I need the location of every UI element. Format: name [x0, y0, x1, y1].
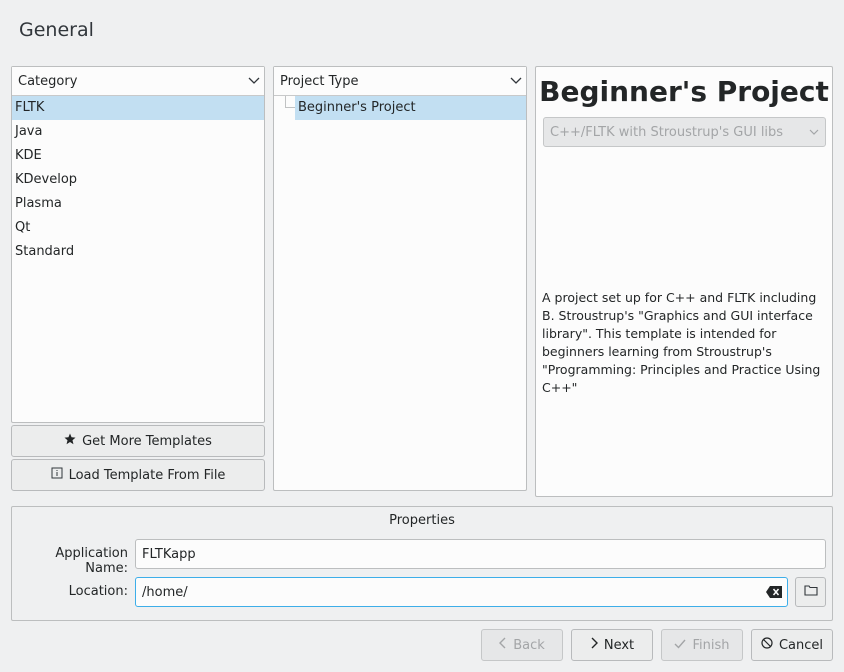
properties-title: Properties — [389, 513, 455, 528]
template-title: Beginner's Project — [539, 75, 829, 108]
template-variant-combo[interactable]: C++/FLTK with Stroustrup's GUI libs — [543, 117, 826, 147]
browse-folder-button[interactable] — [795, 577, 826, 607]
checkmark-icon — [674, 638, 687, 653]
get-more-templates-label: Get More Templates — [82, 433, 212, 449]
file-info-icon — [51, 467, 63, 483]
location-value: /home/ — [142, 584, 188, 600]
load-template-button[interactable]: Load Template From File — [11, 459, 265, 491]
template-description-text: A project set up for C++ and FLTK includ… — [542, 290, 821, 395]
get-more-templates-button[interactable]: Get More Templates — [11, 425, 265, 457]
project-type-item-beginners-project[interactable]: Beginner's Project — [295, 96, 526, 120]
category-header-label: Category — [18, 73, 78, 89]
chevron-down-icon — [506, 67, 526, 96]
category-item-standard[interactable]: Standard — [12, 240, 264, 264]
project-type-header[interactable]: Project Type — [274, 67, 526, 96]
chevron-down-icon — [244, 67, 264, 96]
location-label: Location: — [68, 584, 128, 599]
chevron-down-icon — [803, 129, 825, 135]
cancel-icon — [761, 637, 773, 653]
category-header[interactable]: Category — [12, 67, 264, 96]
properties-group: Properties Application Name: FLTKapp Loc… — [11, 506, 833, 621]
category-item-kdevelop[interactable]: KDevelop — [12, 168, 264, 192]
back-button[interactable]: Back — [481, 629, 563, 661]
template-variant-label: C++/FLTK with Stroustrup's GUI libs — [550, 124, 784, 140]
cancel-label: Cancel — [778, 637, 824, 653]
page-title: General — [19, 19, 94, 41]
location-input[interactable]: /home/ — [135, 577, 788, 607]
project-type-header-label: Project Type — [280, 73, 359, 89]
category-item-plasma[interactable]: Plasma — [12, 192, 264, 216]
category-list[interactable]: Category FLTK Java KDE KDevelop Plasma Q… — [11, 66, 265, 423]
star-icon — [64, 433, 76, 449]
back-label: Back — [513, 637, 545, 653]
next-label: Next — [603, 637, 635, 653]
application-name-input[interactable]: FLTKapp — [135, 539, 826, 569]
category-item-kde[interactable]: KDE — [12, 144, 264, 168]
redacted-path — [190, 584, 262, 600]
cancel-button[interactable]: Cancel — [751, 629, 833, 661]
folder-icon — [803, 584, 818, 600]
application-name-value: FLTKapp — [142, 546, 196, 562]
chevron-left-icon — [499, 637, 507, 653]
chevron-right-icon — [590, 637, 598, 653]
finish-label: Finish — [692, 637, 730, 653]
project-type-tree[interactable]: Project Type Beginner's Project — [273, 66, 527, 491]
next-button[interactable]: Next — [571, 629, 653, 661]
template-description-panel: Beginner's Project C++/FLTK with Stroust… — [535, 66, 833, 497]
load-template-label: Load Template From File — [68, 467, 226, 483]
category-item-java[interactable]: Java — [12, 120, 264, 144]
category-item-qt[interactable]: Qt — [12, 216, 264, 240]
category-item-fltk[interactable]: FLTK — [12, 96, 264, 120]
clear-icon[interactable] — [765, 584, 783, 600]
tree-branch-line — [285, 96, 295, 108]
finish-button[interactable]: Finish — [661, 629, 743, 661]
application-name-label: Application Name: — [55, 546, 128, 576]
